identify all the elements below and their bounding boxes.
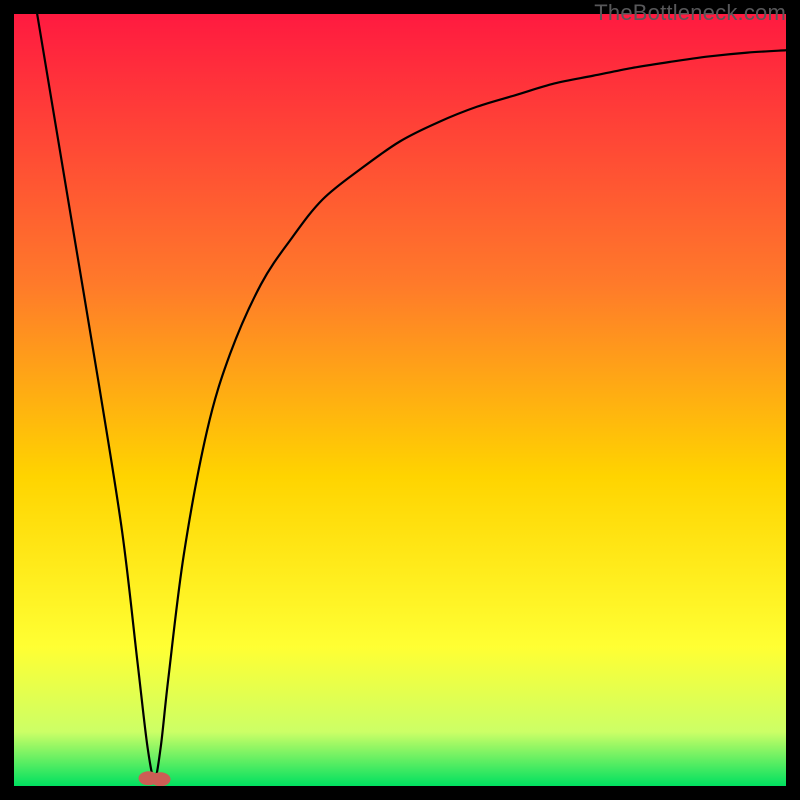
gradient-background	[14, 14, 786, 786]
watermark-text: TheBottleneck.com	[594, 0, 786, 26]
bottleneck-chart	[14, 14, 786, 786]
minimum-marker	[139, 771, 171, 786]
